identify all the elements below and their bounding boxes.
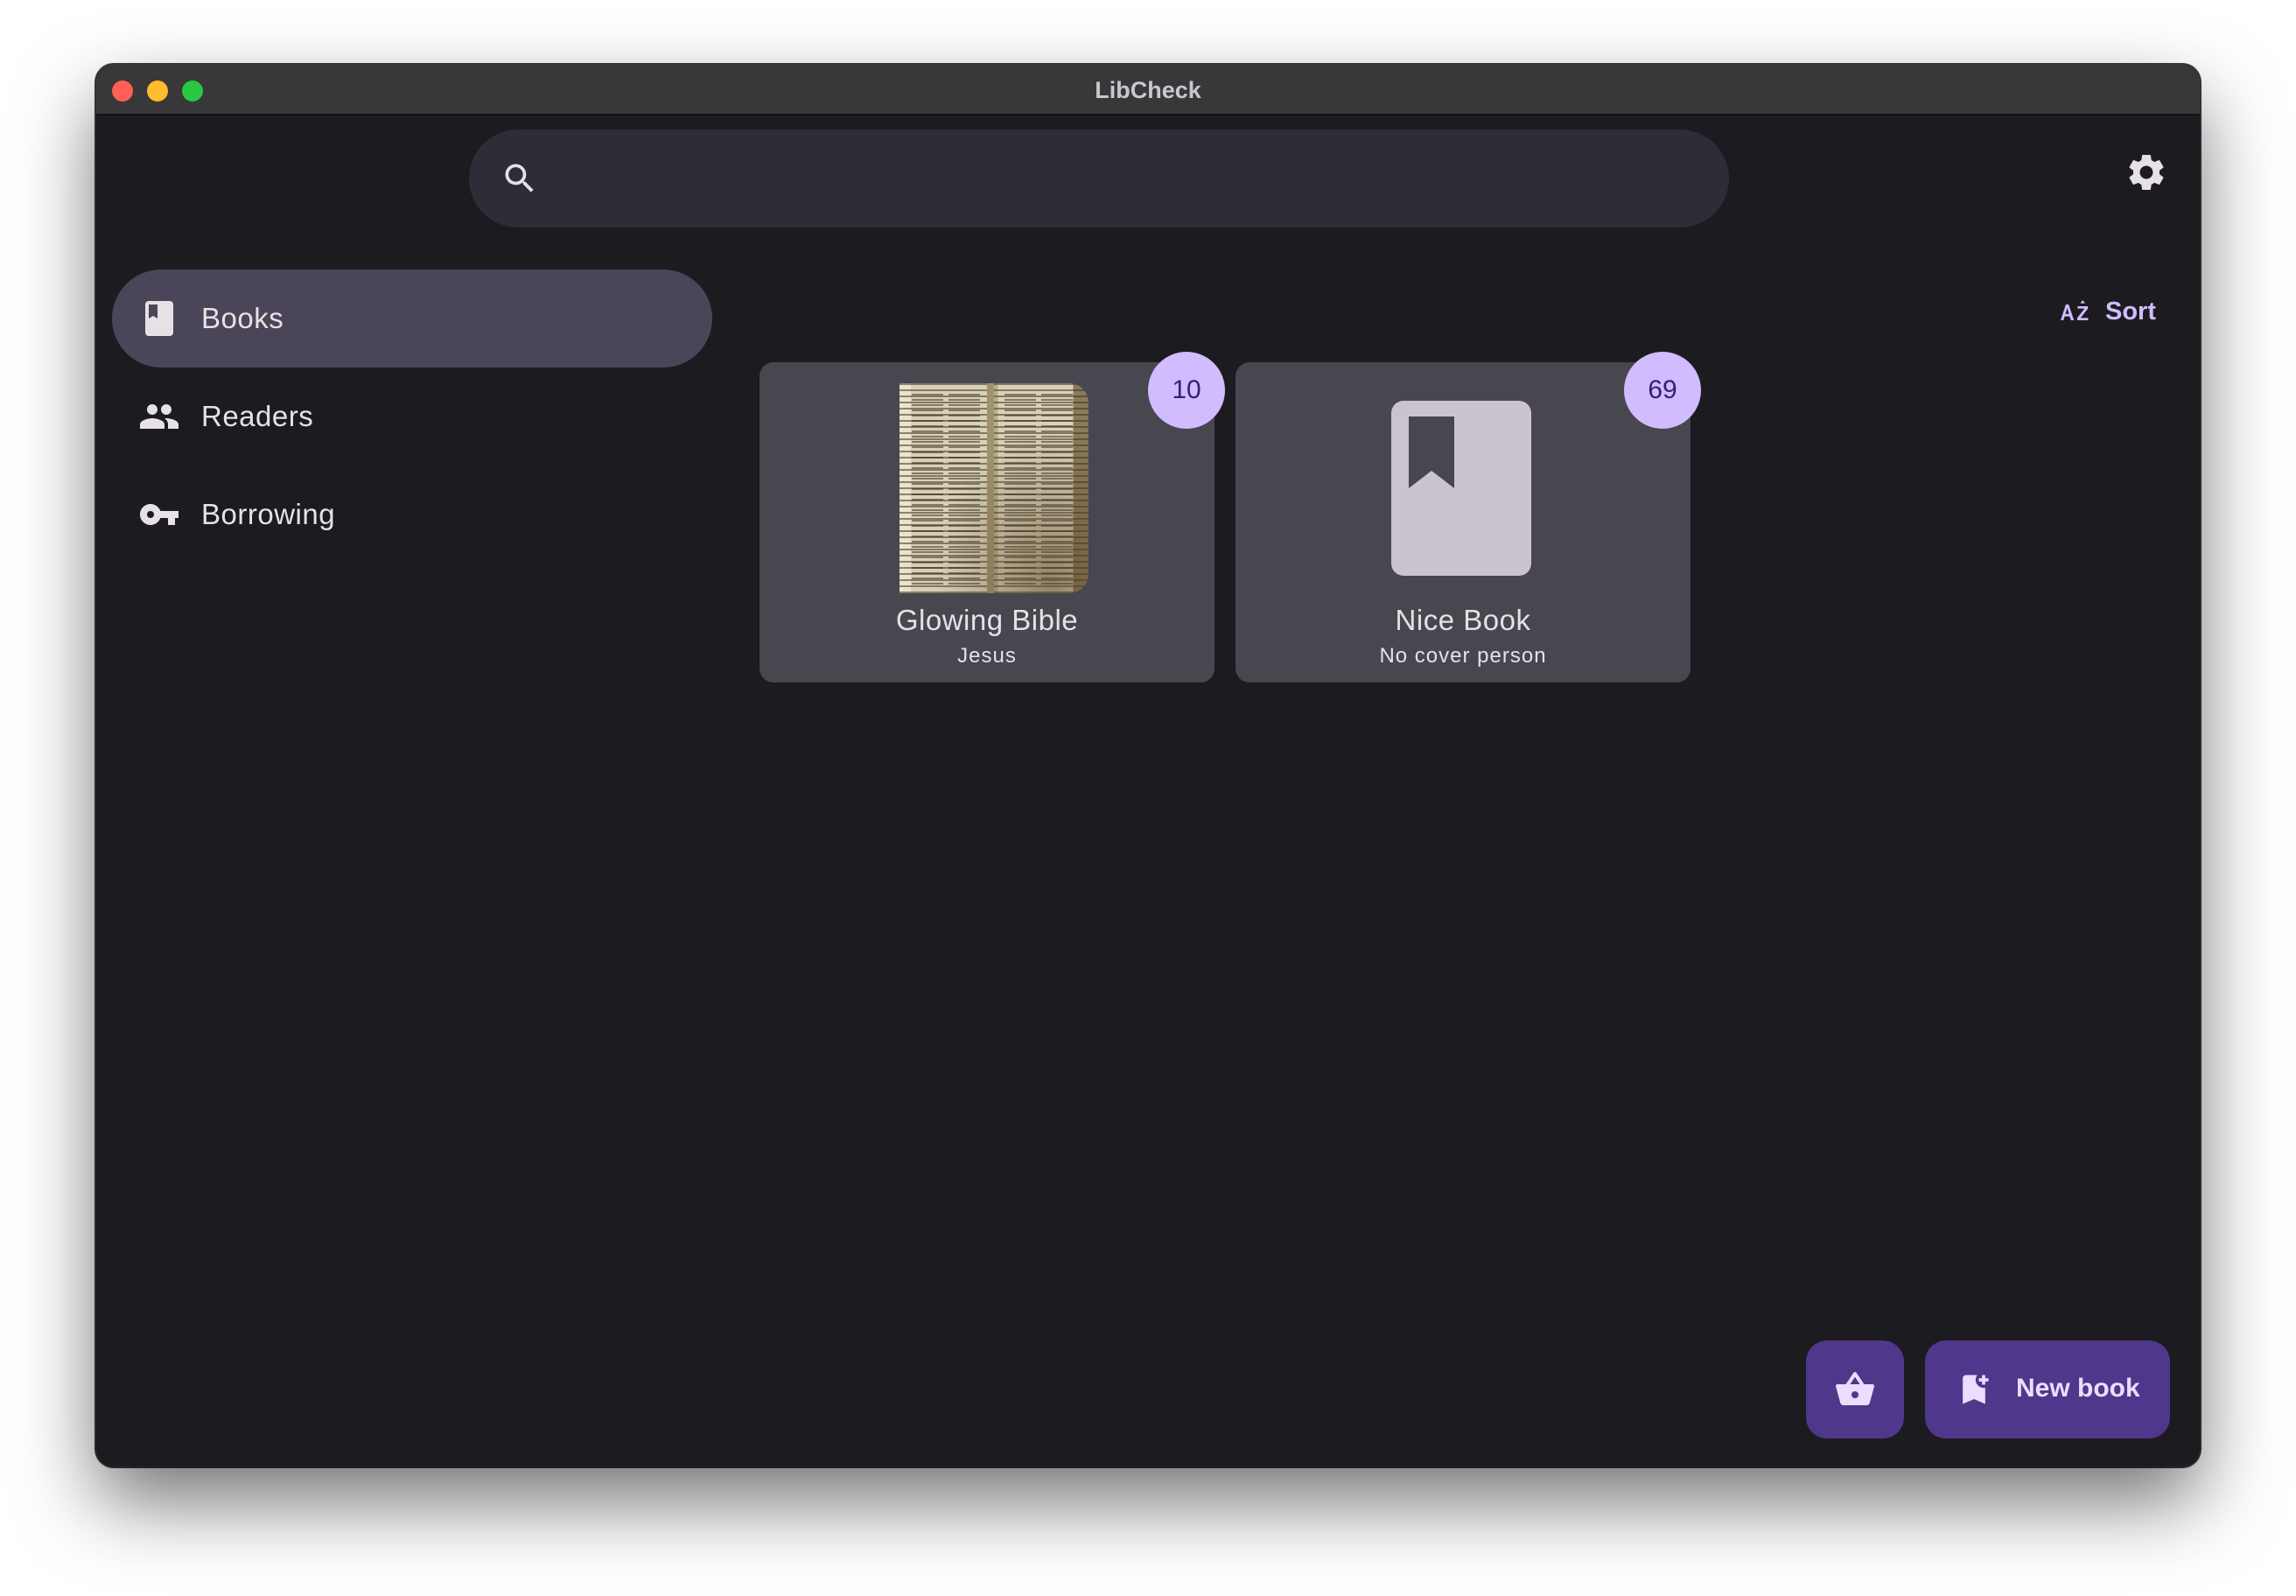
app-window: LibCheck Books Readers Borrowing Sort Gl… — [96, 65, 2200, 1466]
nav-item-label: Books — [201, 302, 284, 334]
count-badge: 69 — [1624, 352, 1701, 429]
new-book-button[interactable]: New book — [1925, 1340, 2170, 1438]
key-icon — [140, 504, 178, 525]
book-author: No cover person — [1379, 644, 1547, 668]
bookmark-add-icon — [1963, 1375, 1989, 1404]
title-bar: LibCheck — [96, 65, 2200, 116]
cover-placeholder — [1391, 401, 1531, 576]
count-badge: 10 — [1148, 352, 1225, 429]
nav-item-books[interactable]: Books — [112, 270, 712, 368]
gear-icon[interactable] — [2124, 150, 2168, 194]
navigation-rail: Books Readers Borrowing — [112, 270, 712, 564]
manuscript-image — [900, 383, 1088, 593]
sort-button[interactable]: Sort — [2054, 290, 2156, 332]
people-icon — [140, 404, 178, 429]
basket-icon — [1836, 1371, 1874, 1405]
book-card[interactable]: Nice Book No cover person 69 — [1236, 352, 1701, 682]
window-title: LibCheck — [1095, 77, 1201, 103]
nav-item-readers[interactable]: Readers — [112, 368, 712, 466]
bookmark-icon — [1409, 416, 1454, 488]
new-book-label: New book — [2016, 1374, 2140, 1403]
search-icon — [505, 164, 534, 192]
book-card[interactable]: Glowing Bible Jesus 10 — [760, 352, 1225, 682]
nav-item-borrowing[interactable]: Borrowing — [112, 466, 712, 564]
book-icon — [145, 301, 173, 336]
nav-item-label: Borrowing — [201, 498, 336, 530]
basket-button[interactable] — [1806, 1340, 1904, 1438]
book-author: Jesus — [957, 644, 1017, 668]
nav-item-label: Readers — [201, 400, 314, 432]
search-bar[interactable] — [469, 130, 1729, 228]
sort-az-icon — [2061, 300, 2089, 320]
book-title: Glowing Bible — [895, 604, 1079, 636]
sort-label: Sort — [2105, 297, 2156, 326]
search-input[interactable] — [556, 149, 1694, 208]
book-title: Nice Book — [1395, 604, 1531, 636]
